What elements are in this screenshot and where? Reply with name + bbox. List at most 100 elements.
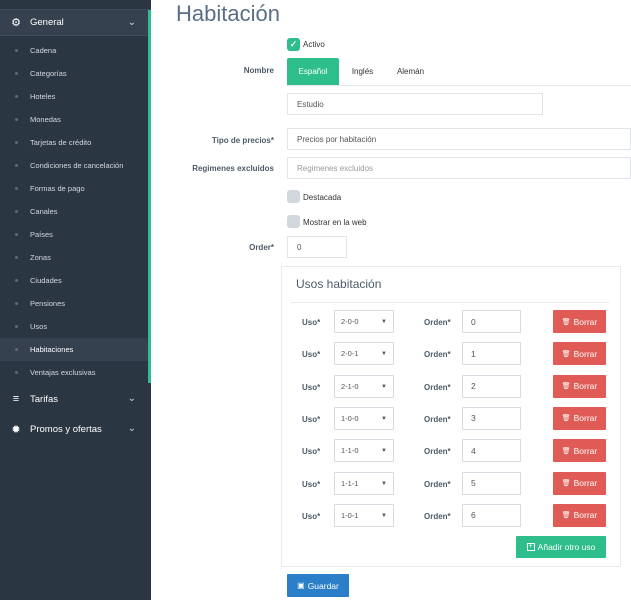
orden-input[interactable]: 2 <box>462 374 521 398</box>
sidebar-item[interactable]: Cadena <box>0 39 148 62</box>
order-input[interactable]: 0 <box>287 236 347 258</box>
sidebar-item[interactable]: Zonas <box>0 246 148 269</box>
orden-input[interactable]: 1 <box>462 342 521 366</box>
bullet-icon <box>15 256 18 259</box>
sidebar-section-general[interactable]: ⚙ General ⌄ <box>0 10 148 36</box>
bullet-icon <box>15 141 18 144</box>
add-uso-button[interactable]: + Añadir otro uso <box>516 536 606 558</box>
delete-button[interactable]: 🗑 Borrar <box>553 503 606 527</box>
orden-input[interactable]: 3 <box>462 406 521 430</box>
sidebar-item-label: Pensiones <box>30 299 66 308</box>
usos-panel-divider <box>291 302 609 303</box>
sidebar-item[interactable]: Monedas <box>0 108 148 131</box>
sidebar-item-label: Condiciones de cancelación <box>30 161 124 170</box>
tab-espanol[interactable]: Español <box>287 58 339 85</box>
trash-icon: 🗑 <box>561 447 571 455</box>
sidebar-item-label: Hoteles <box>30 92 56 101</box>
uso-select[interactable]: 2-0-0 ▼ <box>334 310 394 333</box>
sidebar-item[interactable]: Condiciones de cancelación <box>0 154 148 177</box>
save-label: Guardar <box>307 580 339 591</box>
sidebar-item-label: Tarjetas de crédito <box>30 138 92 147</box>
page-title: Habitación <box>176 1 280 26</box>
sidebar-section-label: Promos y ofertas <box>30 423 102 435</box>
sidebar-item-label: Zonas <box>30 253 51 262</box>
activo-label: Activo <box>303 40 325 49</box>
sidebar-section-promos[interactable]: ✹ Promos y ofertas ⌄ <box>0 416 148 442</box>
sidebar-active-accent <box>148 10 151 383</box>
trash-icon: 🗑 <box>561 318 571 326</box>
uso-select[interactable]: 2-1-0 ▼ <box>334 374 394 398</box>
sidebar-section-tarifas[interactable]: ≡ Tarifas ⌄ <box>0 386 148 412</box>
delete-label: Borrar <box>573 478 598 488</box>
nombre-input[interactable]: Estudio <box>287 93 543 115</box>
mostrar-web-checkbox[interactable] <box>287 215 300 228</box>
delete-button[interactable]: 🗑 Borrar <box>553 406 606 430</box>
tipo-precios-label: Tipo de precios* <box>211 136 274 145</box>
delete-button[interactable]: 🗑 Borrar <box>553 342 606 366</box>
caret-down-icon: ▼ <box>381 512 387 519</box>
trash-icon: 🗑 <box>561 350 571 358</box>
uso-select[interactable]: 2-0-1 ▼ <box>334 342 394 366</box>
delete-button[interactable]: 🗑 Borrar <box>553 310 606 333</box>
bullet-icon <box>15 210 18 213</box>
orden-input[interactable]: 4 <box>462 439 521 463</box>
bullet-icon <box>15 325 18 328</box>
sidebar-item[interactable]: Tarjetas de crédito <box>0 131 148 154</box>
uso-select[interactable]: 1-1-0 ▼ <box>334 439 394 463</box>
tab-ingles[interactable]: Inglés <box>341 58 384 85</box>
sidebar-item[interactable]: Canales <box>0 200 148 223</box>
orden-input[interactable]: 5 <box>462 471 521 495</box>
caret-down-icon: ▼ <box>381 383 387 390</box>
uso-label: Uso* <box>302 511 321 521</box>
uso-label: Uso* <box>302 318 321 327</box>
orden-label: Orden* <box>424 350 451 360</box>
sidebar-item-label: Canales <box>30 207 58 216</box>
chevron-down-icon: ⌄ <box>127 393 136 404</box>
sidebar-item[interactable]: Categorías <box>0 62 148 85</box>
delete-button[interactable]: 🗑 Borrar <box>553 471 606 495</box>
tab-aleman[interactable]: Alemán <box>388 58 433 85</box>
orden-label: Orden* <box>424 382 451 392</box>
delete-label: Borrar <box>573 348 598 359</box>
save-icon: ▣ <box>297 581 305 590</box>
sidebar-item-label: Habitaciones <box>30 345 74 354</box>
uso-select-value: 2-0-1 <box>341 349 359 359</box>
delete-button[interactable]: 🗑 Borrar <box>553 374 606 398</box>
tipo-precios-select[interactable]: Precios por habitación <box>287 128 631 150</box>
sidebar-item[interactable]: Formas de pago <box>0 177 148 200</box>
chevron-down-icon: ⌄ <box>127 423 136 434</box>
uso-select[interactable]: 1-0-0 ▼ <box>334 406 394 430</box>
sidebar-item[interactable]: Ventajas exclusivas <box>0 361 148 384</box>
orden-input[interactable]: 6 <box>462 503 521 527</box>
uso-label: Uso* <box>302 350 321 360</box>
uso-select[interactable]: 1-0-1 ▼ <box>334 503 394 527</box>
add-uso-label: Añadir otro uso <box>537 542 596 552</box>
bullet-icon <box>15 164 18 167</box>
caret-down-icon: ▼ <box>381 480 387 487</box>
bullet-icon <box>15 187 18 190</box>
sidebar-item[interactable]: Habitaciones <box>0 338 148 361</box>
sidebar-item[interactable]: Ciudades <box>0 269 148 292</box>
save-button[interactable]: ▣ Guardar <box>287 574 349 597</box>
regimenes-input[interactable]: Regimenes excluidos <box>287 157 631 179</box>
uso-label: Uso* <box>302 479 321 489</box>
orden-label: Orden* <box>424 447 451 457</box>
sidebar-item[interactable]: Países <box>0 223 148 246</box>
sidebar-item[interactable]: Usos <box>0 315 148 338</box>
cogs-icon: ⚙ <box>11 17 21 29</box>
gear-icon: ✹ <box>11 423 21 436</box>
delete-button[interactable]: 🗑 Borrar <box>553 439 606 463</box>
orden-input[interactable]: 0 <box>462 310 521 333</box>
bullet-icon <box>15 348 18 351</box>
uso-select[interactable]: 1-1-1 ▼ <box>334 471 394 495</box>
destacada-checkbox[interactable] <box>287 190 300 203</box>
activo-checkbox[interactable]: ✓ <box>287 38 300 51</box>
sidebar-item-label: Países <box>30 230 53 239</box>
sidebar-item[interactable]: Pensiones <box>0 292 148 315</box>
bullet-icon <box>15 233 18 236</box>
delete-label: Borrar <box>573 413 598 424</box>
delete-label: Borrar <box>573 445 598 456</box>
sidebar-item[interactable]: Hoteles <box>0 85 148 108</box>
uso-select-value: 1-1-1 <box>341 478 359 488</box>
delete-label: Borrar <box>573 381 598 392</box>
